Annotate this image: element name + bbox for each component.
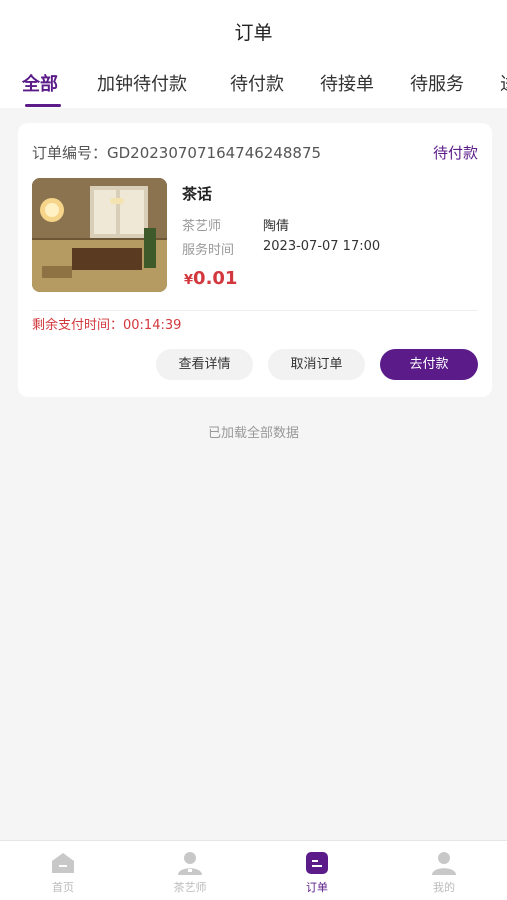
order-icon	[306, 852, 328, 874]
tabbar-item-tea-artist[interactable]: 茶艺师	[127, 841, 253, 900]
order-number: 订单编号：GD20230707164746248875	[32, 144, 322, 162]
tea-artist-label: 茶艺师	[182, 219, 222, 234]
active-tab-indicator	[25, 104, 61, 107]
tabbar-label-home: 首页	[52, 881, 74, 894]
tea-room-image	[32, 178, 167, 292]
payment-countdown: 剩余支付时间：00:14:39	[32, 318, 182, 333]
card-divider	[32, 310, 478, 311]
order-status-label: 待付款	[432, 144, 478, 162]
tea-artist-icon	[178, 852, 202, 875]
tabbar-item-home[interactable]: 首页	[0, 841, 126, 900]
order-card[interactable]: 订单编号：GD20230707164746248875 待付款 茶话 茶艺师 陶…	[18, 123, 492, 397]
price-currency: ¥	[184, 273, 194, 288]
list-end-text: 已加载全部数据	[207, 426, 299, 441]
tab-pending-acceptance[interactable]: 待接单	[320, 70, 374, 96]
tabbar-label-orders: 订单	[306, 881, 328, 894]
tabbar-item-orders[interactable]: 订单	[254, 841, 380, 900]
pay-now-button[interactable]: 去付款	[380, 349, 478, 380]
service-thumbnail[interactable]	[32, 178, 167, 292]
top-header: 订单 全部 加钟待付款 待付款 待接单 待服务 进	[0, 0, 507, 108]
service-time-value: 2023-07-07 17:00	[263, 239, 381, 254]
service-time-label: 服务时间	[182, 243, 235, 258]
tabbar-label-tea-artist: 茶艺师	[173, 881, 207, 894]
page-title: 订单	[234, 22, 273, 44]
tab-in-progress[interactable]: 进	[500, 70, 507, 96]
tab-pending-service[interactable]: 待服务	[410, 70, 464, 96]
order-status-tabs: 全部 加钟待付款 待付款 待接单 待服务 进	[0, 70, 507, 108]
price-amount: 0.01	[193, 268, 238, 289]
service-name: 茶话	[182, 185, 213, 203]
home-icon	[52, 853, 74, 873]
tab-pending-payment[interactable]: 待付款	[230, 70, 284, 96]
order-price: ¥0.01	[184, 268, 237, 289]
tabbar-label-profile: 我的	[433, 881, 455, 894]
cancel-order-button[interactable]: 取消订单	[268, 349, 365, 380]
bottom-tab-bar: 首页 茶艺师 订单 我的	[0, 840, 507, 900]
tab-overtime-pending-payment[interactable]: 加钟待付款	[97, 70, 187, 96]
view-details-button[interactable]: 查看详情	[156, 349, 253, 380]
tea-artist-value: 陶倩	[263, 219, 290, 234]
tabbar-item-profile[interactable]: 我的	[381, 841, 507, 900]
profile-icon	[432, 852, 456, 875]
tab-all[interactable]: 全部	[22, 70, 58, 96]
